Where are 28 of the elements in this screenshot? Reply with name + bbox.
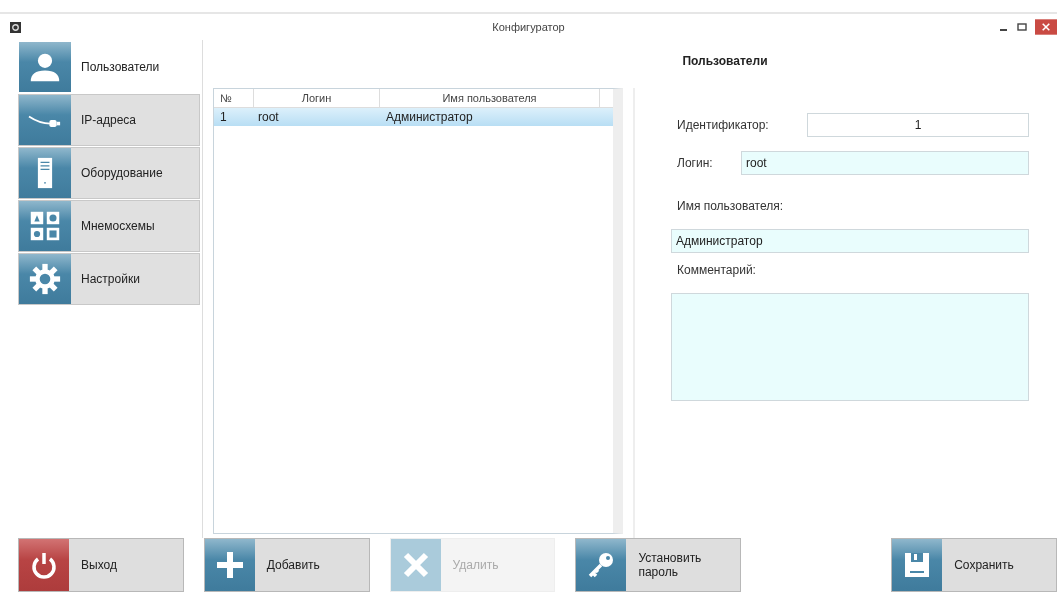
name-field[interactable]: Администратор <box>671 229 1029 253</box>
nav-tab[interactable]: Настройки <box>18 253 200 305</box>
action-button[interactable]: Установить пароль <box>575 538 742 592</box>
nav-tab[interactable]: IP-адреса <box>18 94 200 146</box>
settings-icon <box>27 263 63 295</box>
column-header[interactable]: Имя пользователя <box>380 89 600 107</box>
field-label: Имя пользователя: <box>677 199 785 213</box>
close-icon[interactable] <box>1035 19 1057 35</box>
table-row[interactable]: 1 root Администратор <box>214 108 613 126</box>
exit-button[interactable]: Выход <box>18 538 184 592</box>
id-field[interactable]: 1 <box>807 113 1029 137</box>
maximize-icon[interactable] <box>1017 22 1027 32</box>
column-header[interactable]: Логин <box>254 89 380 107</box>
app-icon <box>10 21 21 33</box>
power-icon <box>29 550 59 580</box>
nav-tab[interactable]: Оборудование <box>18 147 200 199</box>
field-label: Идентификатор: <box>676 118 769 132</box>
plus-icon <box>214 550 245 580</box>
section-title: Пользователи <box>681 53 768 70</box>
field-label: Комментарий: <box>677 263 757 277</box>
login-field[interactable]: root <box>741 151 1029 175</box>
nav-tab[interactable]: Мнемосхемы <box>18 200 200 252</box>
comment-field[interactable] <box>671 293 1029 401</box>
field-label: Логин: <box>676 156 713 170</box>
column-header[interactable]: № <box>214 89 254 107</box>
action-button[interactable]: Добавить <box>203 538 370 592</box>
action-button[interactable]: Сохранить <box>891 538 1057 592</box>
window-title: Конфигуратор <box>491 21 566 33</box>
